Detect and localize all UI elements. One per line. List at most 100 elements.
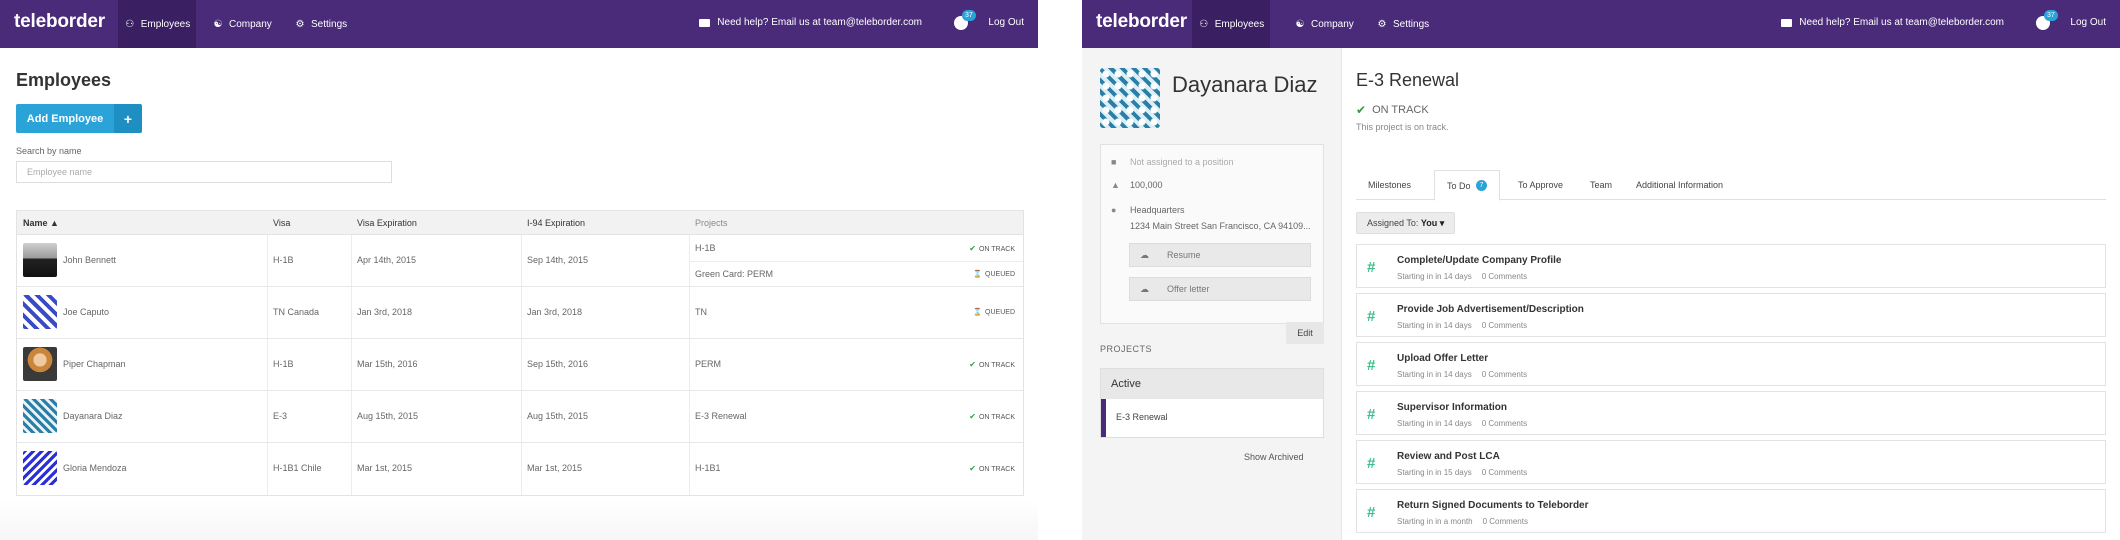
tab-additional-information[interactable]: Additional Information xyxy=(1624,170,1735,200)
employee-name-heading: Dayanara Diaz xyxy=(1172,72,1318,97)
todo-title[interactable]: Review and Post LCA xyxy=(1397,451,1500,462)
notifications-icon[interactable]: 37 xyxy=(954,10,976,30)
table-row[interactable]: Gloria Mendoza H-1B1 Chile Mar 1st, 2015… xyxy=(17,443,1023,495)
i94-expiration: Sep 15th, 2016 xyxy=(527,359,589,369)
visa: TN Canada xyxy=(273,307,320,317)
column-header-i94-expiration[interactable]: I-94 Expiration xyxy=(527,218,585,228)
todo-item[interactable]: # Return Signed Documents to Teleborder … xyxy=(1356,489,2106,533)
search-input[interactable] xyxy=(16,161,392,183)
status-badge: ✔ ON TRACK xyxy=(969,360,1015,369)
todo-item[interactable]: # Review and Post LCA Starting in in 15 … xyxy=(1356,440,2106,484)
tab-team[interactable]: Team xyxy=(1578,170,1624,200)
assigned-to-filter[interactable]: Assigned To: You ▾ xyxy=(1356,212,1456,234)
tab-to-approve[interactable]: To Approve xyxy=(1506,170,1575,200)
project-name[interactable]: TN xyxy=(695,307,707,317)
project-name[interactable]: E-3 Renewal xyxy=(695,411,747,421)
todo-item[interactable]: # Provide Job Advertisement/Description … xyxy=(1356,293,2106,337)
employee-name[interactable]: Piper Chapman xyxy=(63,359,126,369)
table-row[interactable]: Dayanara Diaz E-3 Aug 15th, 2015 Aug 15t… xyxy=(17,391,1023,443)
todo-count-badge: 7 xyxy=(1475,180,1488,191)
salary-row: ▲ 100,000 xyxy=(1111,180,1163,190)
project-status: ✔ ON TRACK xyxy=(1356,103,1429,117)
project-name[interactable]: H-1B1 xyxy=(695,463,721,473)
start-date: Starting in in 14 days xyxy=(1397,419,1472,428)
nav-tab-settings[interactable]: ⚙ Settings xyxy=(1376,0,1430,48)
check-icon: ✔ xyxy=(969,360,976,369)
task-icon: # xyxy=(1367,455,1376,472)
logout-link[interactable]: Log Out xyxy=(2070,17,2106,28)
check-icon: ✔ xyxy=(969,244,976,253)
avatar xyxy=(23,243,57,277)
hourglass-icon: ⌛ xyxy=(973,309,983,316)
avatar xyxy=(23,295,57,329)
check-icon: ✔ xyxy=(969,412,976,421)
tab-to-do[interactable]: To Do 7 xyxy=(1434,170,1501,201)
todo-title[interactable]: Return Signed Documents to Teleborder xyxy=(1397,500,1589,511)
gear-icon: ⚙ xyxy=(295,18,305,30)
task-icon: # xyxy=(1367,259,1376,276)
table-row[interactable]: Joe Caputo TN Canada Jan 3rd, 2018 Jan 3… xyxy=(17,287,1023,339)
task-icon: # xyxy=(1367,357,1376,374)
location-row: ● Headquarters xyxy=(1111,205,1185,215)
position-row: ■ Not assigned to a position xyxy=(1111,157,1234,167)
project-name[interactable]: PERM xyxy=(695,359,721,369)
offer-letter-upload-button[interactable]: ☁ Offer letter xyxy=(1129,277,1311,301)
add-employee-plus-button[interactable]: + xyxy=(114,104,142,133)
column-header-projects: Projects xyxy=(695,218,728,228)
add-employee-label[interactable]: Add Employee xyxy=(16,104,114,133)
visa-expiration: Aug 15th, 2015 xyxy=(357,411,419,421)
todo-meta: Starting in in 14 days 0 Comments xyxy=(1397,419,1527,428)
brand-logo[interactable]: teleborder xyxy=(14,11,105,33)
show-archived-link[interactable]: Show Archived xyxy=(1244,452,1304,462)
employees-table: Name ▲ Visa Visa Expiration I-94 Expirat… xyxy=(16,210,1024,496)
employee-info-card: ■ Not assigned to a position ▲ 100,000 ●… xyxy=(1100,144,1324,324)
visa-expiration: Mar 15th, 2016 xyxy=(357,359,418,369)
todo-title[interactable]: Supervisor Information xyxy=(1397,402,1507,413)
nav-tab-company[interactable]: ☯ Company xyxy=(1294,0,1354,48)
avatar xyxy=(23,451,57,485)
org-chart-icon: ☯ xyxy=(1295,18,1305,30)
nav-tab-employees[interactable]: ⚇ Employees xyxy=(1192,0,1270,48)
project-title: E-3 Renewal xyxy=(1356,70,1460,90)
start-date: Starting in in 15 days xyxy=(1397,468,1472,477)
add-employee-button[interactable]: Add Employee + xyxy=(16,104,142,133)
column-header-visa-expiration[interactable]: Visa Expiration xyxy=(357,218,417,228)
logout-link[interactable]: Log Out xyxy=(988,17,1024,28)
todo-title[interactable]: Provide Job Advertisement/Description xyxy=(1397,304,1584,315)
column-header-visa[interactable]: Visa xyxy=(273,218,290,228)
employee-name[interactable]: Joe Caputo xyxy=(63,307,109,317)
todo-item[interactable]: # Complete/Update Company Profile Starti… xyxy=(1356,244,2106,288)
people-icon: ⚇ xyxy=(1199,18,1209,30)
tab-milestones[interactable]: Milestones xyxy=(1356,170,1423,200)
nav-tab-employees[interactable]: ⚇ Employees xyxy=(118,0,196,48)
help-email-link[interactable]: Need help? Email us at team@teleborder.c… xyxy=(1781,17,2004,28)
edit-button[interactable]: Edit xyxy=(1286,322,1324,344)
resume-upload-button[interactable]: ☁ Resume xyxy=(1129,243,1311,267)
table-row[interactable]: John Bennett H-1B Apr 14th, 2015 Sep 14t… xyxy=(17,235,1023,287)
help-email-link[interactable]: Need help? Email us at team@teleborder.c… xyxy=(699,17,922,28)
comment-count: 0 Comments xyxy=(1482,517,1528,526)
todo-title[interactable]: Upload Offer Letter xyxy=(1397,353,1488,364)
comment-count: 0 Comments xyxy=(1481,419,1528,428)
todo-meta: Starting in in 14 days 0 Comments xyxy=(1397,272,1527,281)
todo-item[interactable]: # Supervisor Information Starting in in … xyxy=(1356,391,2106,435)
location-address: 1234 Main Street San Francisco, CA 94109… xyxy=(1130,221,1311,231)
employee-name[interactable]: Gloria Mendoza xyxy=(63,463,127,473)
employee-name[interactable]: Dayanara Diaz xyxy=(63,411,123,421)
todo-title[interactable]: Complete/Update Company Profile xyxy=(1397,255,1561,266)
employee-name[interactable]: John Bennett xyxy=(63,255,116,265)
project-name[interactable]: Green Card: PERM xyxy=(695,269,773,279)
visa-expiration: Mar 1st, 2015 xyxy=(357,463,413,473)
project-name[interactable]: H-1B xyxy=(695,243,716,253)
nav-tab-company[interactable]: ☯ Company xyxy=(212,0,272,48)
notification-count-badge: 37 xyxy=(962,10,976,21)
task-icon: # xyxy=(1367,308,1376,325)
column-header-name[interactable]: Name ▲ xyxy=(23,218,59,228)
start-date: Starting in in 14 days xyxy=(1397,321,1472,330)
brand-logo[interactable]: teleborder xyxy=(1096,11,1187,33)
todo-item[interactable]: # Upload Offer Letter Starting in in 14 … xyxy=(1356,342,2106,386)
notifications-icon[interactable]: 37 xyxy=(2036,10,2058,30)
nav-tab-settings[interactable]: ⚙ Settings xyxy=(294,0,348,48)
project-list-item[interactable]: E-3 Renewal xyxy=(1101,399,1323,437)
table-row[interactable]: Piper Chapman H-1B Mar 15th, 2016 Sep 15… xyxy=(17,339,1023,391)
